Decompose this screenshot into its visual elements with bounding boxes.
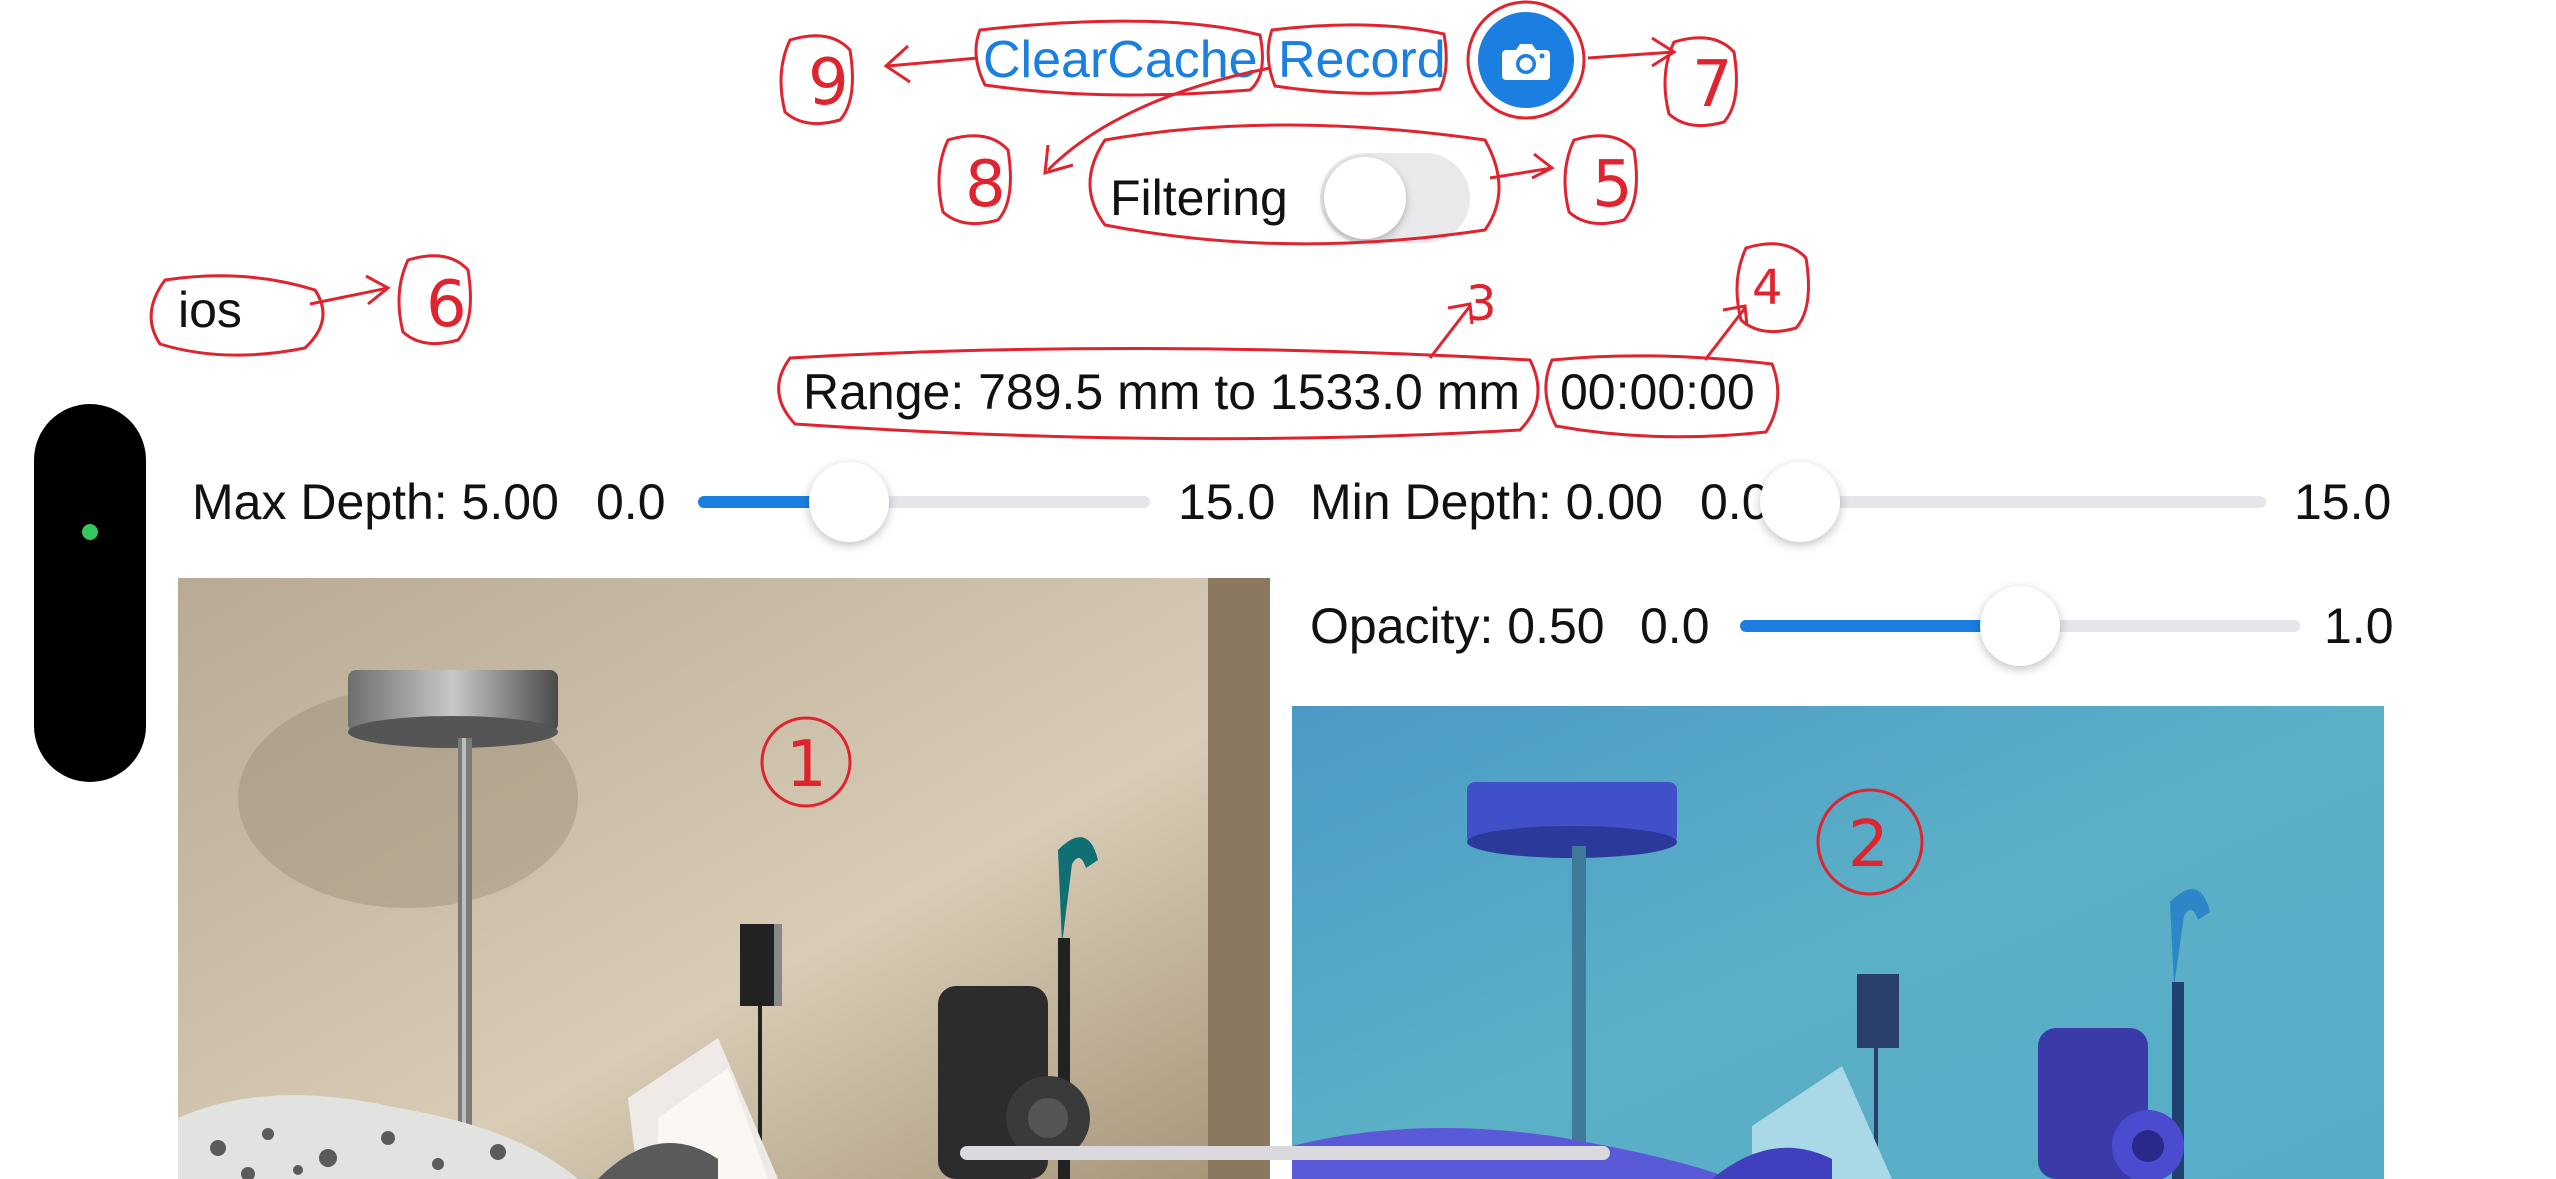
annotation-number-4: 4 — [1752, 260, 1783, 316]
depth-overlay-image — [1292, 706, 2384, 1179]
status-dot — [82, 524, 98, 540]
annotation-arrow-3 — [1428, 302, 1474, 359]
annotation-arrow-7 — [1587, 36, 1677, 68]
opacity-slider-fill — [1740, 620, 2020, 632]
range-text: Range: 789.5 mm to 1533.0 mm — [803, 364, 1521, 420]
toggle-knob[interactable] — [1324, 157, 1406, 239]
annotation-circle-9 — [779, 34, 854, 126]
annotation-arrow-4 — [1703, 304, 1749, 361]
side-status-pill — [34, 404, 146, 782]
min-depth-max-label: 15.0 — [2294, 474, 2392, 530]
camera-icon — [1502, 44, 1550, 80]
min-depth-slider[interactable] — [1800, 496, 2266, 508]
min-depth-slider-thumb[interactable] — [1760, 462, 1840, 542]
capture-button[interactable] — [1478, 12, 1574, 108]
max-depth-min-label: 0.0 — [596, 474, 666, 530]
max-depth-max-label: 15.0 — [1178, 474, 1276, 530]
platform-label: ios — [178, 282, 242, 338]
annotation-number-5: 5 — [1592, 148, 1633, 222]
camera-feed-image — [178, 578, 1270, 1179]
record-button[interactable]: Record — [1278, 30, 1446, 90]
clear-cache-button[interactable]: ClearCache — [983, 30, 1258, 90]
camera-feed-view — [178, 578, 1270, 1179]
annotation-arrow-5 — [1489, 152, 1555, 180]
max-depth-label: Max Depth: 5.00 — [192, 474, 559, 530]
max-depth-slider-thumb[interactable] — [808, 462, 889, 542]
min-depth-label: Min Depth: 0.00 — [1310, 474, 1663, 530]
annotation-number-8: 8 — [965, 148, 1006, 222]
opacity-label: Opacity: 0.50 — [1310, 598, 1605, 654]
annotation-circle-4 — [1735, 242, 1810, 334]
annotation-number-3: 3 — [1466, 276, 1497, 332]
opacity-max-label: 1.0 — [2324, 598, 2394, 654]
annotation-circle-8 — [937, 134, 1012, 226]
max-depth-slider[interactable] — [698, 496, 1150, 508]
annotation-number-7: 7 — [1692, 48, 1733, 122]
opacity-min-label: 0.0 — [1640, 598, 1710, 654]
filtering-label: Filtering — [1110, 170, 1288, 226]
filtering-toggle[interactable] — [1320, 153, 1470, 243]
annotation-arrow-6 — [309, 274, 391, 306]
depth-overlay-view — [1292, 706, 2384, 1179]
timer-text: 00:00:00 — [1560, 364, 1755, 420]
annotation-circle-6 — [397, 254, 472, 346]
annotation-circle-7 — [1663, 36, 1738, 128]
home-indicator — [960, 1146, 1610, 1160]
annotation-number-6: 6 — [426, 268, 467, 342]
app-screen: ClearCache Record Filtering ios Range: 7… — [0, 0, 2556, 1179]
annotation-arrow-9 — [883, 44, 979, 84]
annotation-number-9: 9 — [808, 46, 849, 120]
annotation-circle-5 — [1563, 134, 1638, 226]
opacity-slider-thumb[interactable] — [1980, 586, 2060, 666]
